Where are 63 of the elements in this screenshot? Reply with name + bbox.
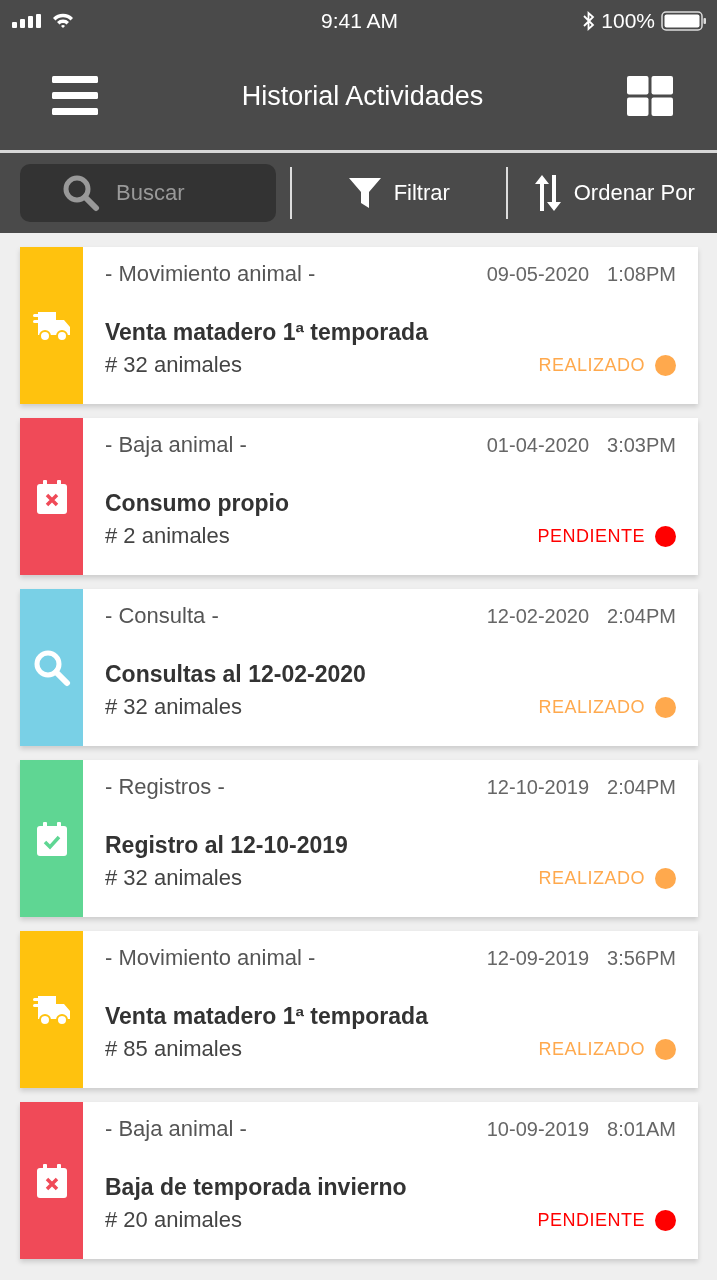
bluetooth-icon	[583, 11, 596, 31]
status-label: PENDIENTE	[537, 525, 645, 547]
activity-time: 3:56PM	[607, 946, 676, 970]
wifi-icon	[52, 13, 74, 29]
activity-category: - Registros -	[105, 774, 226, 800]
activity-date: 10-09-2019	[486, 1117, 590, 1141]
search-icon	[62, 174, 100, 212]
activity-date: 09-05-2020	[486, 262, 590, 286]
activity-category: - Baja animal -	[105, 432, 248, 458]
activity-date: 01-04-2020	[486, 433, 590, 457]
battery-percent: 100%	[601, 9, 655, 33]
clock-time: 9:41 AM	[320, 9, 399, 33]
activity-card[interactable]: - Movimiento animal - 12-09-2019 3:56PM Venta matadero 1ª temporada # 85 animales REALIZADO	[20, 931, 698, 1088]
grid-icon[interactable]	[627, 76, 673, 116]
animal-count: # 2 animales	[105, 523, 231, 549]
activity-title: Venta matadero 1ª temporada	[105, 1003, 430, 1030]
status-label: REALIZADO	[538, 696, 645, 718]
activity-time: 2:04PM	[607, 604, 676, 628]
activity-date: 12-10-2019	[486, 775, 590, 799]
activity-card[interactable]: - Baja animal - 01-04-2020 3:03PM Consumo propio # 2 animales PENDIENTE	[20, 418, 698, 575]
activity-card[interactable]: - Registros - 12-10-2019 2:04PM Registro al 12-10-2019 # 32 animales REALIZADO	[20, 760, 698, 917]
calendar-x-icon	[36, 1163, 67, 1198]
activity-title: Venta matadero 1ª temporada	[105, 319, 430, 346]
calendar-x-icon	[36, 479, 67, 514]
battery-icon	[661, 11, 707, 31]
activity-date: 12-02-2020	[486, 604, 590, 628]
activity-title: Consultas al 12-02-2020	[105, 661, 367, 688]
status-label: REALIZADO	[538, 867, 645, 889]
calendar-check-icon	[36, 821, 67, 856]
activity-time: 2:04PM	[607, 775, 676, 799]
activity-category: - Consulta -	[105, 603, 220, 629]
activity-date: 12-09-2019	[486, 946, 590, 970]
activity-category: - Movimiento animal -	[105, 945, 317, 971]
activity-title: Baja de temporada invierno	[105, 1174, 408, 1201]
status-label: REALIZADO	[538, 1038, 645, 1060]
activity-card[interactable]: - Movimiento animal - 09-05-2020 1:08PM Venta matadero 1ª temporada # 32 animales REALIZADO	[20, 247, 698, 404]
activity-time: 8:01AM	[607, 1117, 676, 1141]
animal-count: # 85 animales	[105, 1036, 243, 1062]
activity-time: 3:03PM	[607, 433, 676, 457]
animal-count: # 32 animales	[105, 865, 243, 891]
sort-button[interactable]: Ordenar Por	[521, 164, 707, 222]
animal-count: # 20 animales	[105, 1207, 243, 1233]
activity-category: - Baja animal -	[105, 1116, 248, 1142]
status-label: REALIZADO	[538, 354, 645, 376]
search-field[interactable]: Buscar	[20, 164, 276, 222]
filter-icon	[347, 176, 382, 210]
activity-card[interactable]: - Baja animal - 10-09-2019 8:01AM Baja de temporada invierno # 20 animales PENDIENTE	[20, 1102, 698, 1259]
activity-card[interactable]: - Consulta - 12-02-2020 2:04PM Consultas al 12-02-2020 # 32 animales REALIZADO	[20, 589, 698, 746]
signal-icon	[12, 14, 44, 28]
truck-icon	[32, 993, 71, 1026]
animal-count: # 32 animales	[105, 352, 243, 378]
activity-category: - Movimiento animal -	[105, 261, 317, 287]
status-label: PENDIENTE	[537, 1209, 645, 1231]
screen-title: Historial Actividades	[241, 80, 484, 112]
animal-count: # 32 animales	[105, 694, 243, 720]
sort-icon	[533, 173, 562, 213]
activity-title: Consumo propio	[105, 490, 290, 517]
truck-icon	[32, 309, 71, 342]
menu-icon[interactable]	[52, 76, 98, 116]
activity-time: 1:08PM	[607, 262, 676, 286]
filter-button[interactable]: Filtrar	[306, 164, 492, 222]
search-icon	[32, 648, 71, 687]
activity-title: Registro al 12-10-2019	[105, 832, 349, 859]
